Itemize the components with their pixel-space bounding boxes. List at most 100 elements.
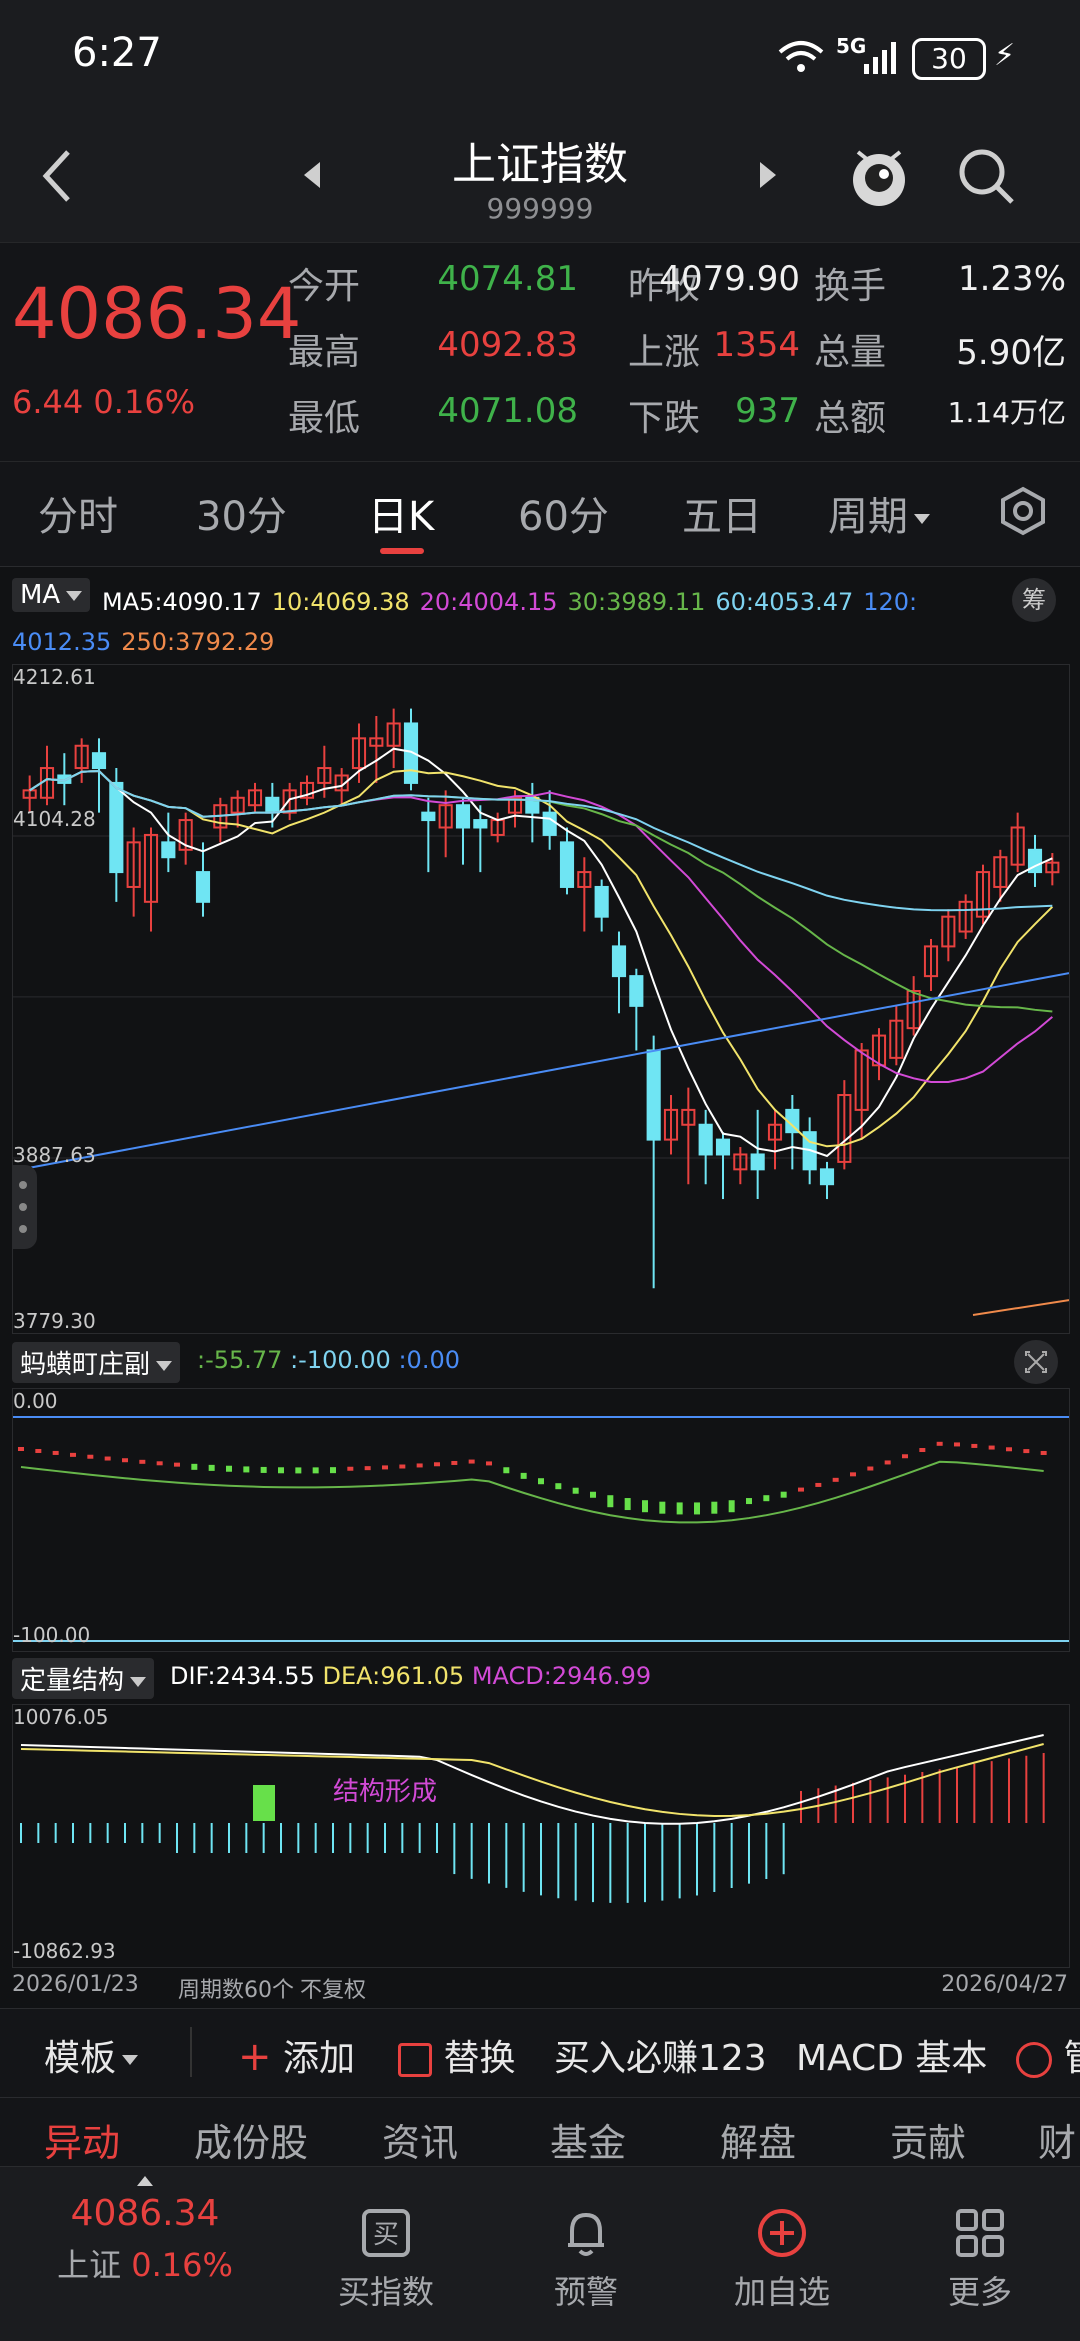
nav-buy-index[interactable]: 买 买指数 bbox=[306, 2207, 466, 2313]
settings-icon[interactable] bbox=[998, 486, 1048, 536]
candlestick-chart[interactable]: 4212.61 4104.28 3887.63 3779.30 bbox=[12, 664, 1070, 1334]
ma-value: 250:3792.29 bbox=[121, 628, 275, 656]
adjust-mode[interactable]: 不复权 bbox=[300, 1972, 366, 2004]
chip-distribution-button[interactable]: 筹 bbox=[1012, 578, 1056, 622]
indicator1-dot bbox=[208, 1464, 215, 1471]
tab-contribution[interactable]: 贡献 bbox=[890, 2112, 966, 2167]
tab-daily-k[interactable]: 日K bbox=[368, 484, 434, 542]
ma-value: 120: bbox=[863, 588, 918, 616]
tab-fenshi[interactable]: 分时 bbox=[38, 484, 118, 542]
quote-value: 4074.81 bbox=[437, 259, 578, 299]
candle-body bbox=[542, 811, 557, 836]
ma-values: MA5:4090.17 10:4069.38 20:4004.15 30:3989.1… bbox=[12, 582, 917, 662]
indicator1-dot bbox=[642, 1500, 648, 1513]
candle-body bbox=[594, 885, 609, 918]
quote-label: 总额 bbox=[814, 398, 887, 439]
nav-add-label: 加自选 bbox=[733, 2273, 830, 2311]
tab-news[interactable]: 资讯 bbox=[382, 2112, 458, 2167]
prev-stock-icon[interactable] bbox=[300, 160, 322, 190]
chart-toolbar: 模板 + 添加 替换 买入必赚123 MACD 基本 管 bbox=[0, 2008, 1080, 2098]
replace-indicator-button[interactable]: 替换 bbox=[398, 2029, 515, 2081]
index-summary[interactable]: 4086.34 上证 0.16% bbox=[40, 2173, 250, 2286]
indicator1-dot bbox=[104, 1456, 111, 1461]
last-price: 4086.34 bbox=[12, 273, 302, 355]
indicator1-dot bbox=[954, 1442, 960, 1447]
indicator1-line bbox=[20, 1460, 1044, 1524]
charging-icon: ⚡ bbox=[994, 38, 1016, 73]
candle-body bbox=[195, 871, 211, 903]
indicator1-dot bbox=[988, 1445, 995, 1450]
ma-line-5 bbox=[29, 747, 1053, 1158]
expand-icon[interactable] bbox=[1014, 1340, 1058, 1384]
grid-icon bbox=[900, 2207, 1060, 2267]
indicator2-chart[interactable]: 10076.05 -10862.93 结构形成 bbox=[12, 1704, 1070, 1968]
indicator1-dot bbox=[971, 1443, 978, 1448]
quote-label: 最高 bbox=[288, 332, 361, 373]
tab-5day[interactable]: 五日 bbox=[682, 484, 762, 542]
bell-icon bbox=[506, 2207, 666, 2267]
indicator1-dot bbox=[347, 1466, 354, 1471]
indicator1-dot bbox=[711, 1501, 718, 1514]
template-button[interactable]: 模板 bbox=[44, 2029, 139, 2081]
candle-body bbox=[698, 1123, 713, 1156]
signal-icon bbox=[862, 36, 902, 76]
indicator1-dot bbox=[382, 1465, 388, 1470]
tab-finance[interactable]: 财 bbox=[1038, 2112, 1076, 2167]
ma-value: 10:4069.38 bbox=[271, 588, 410, 616]
indicator1-dot bbox=[798, 1487, 804, 1492]
toolbar-divider bbox=[190, 2027, 192, 2077]
nav-more[interactable]: 更多 bbox=[900, 2207, 1060, 2313]
indicator2-selector-label: 定量结构 bbox=[20, 1666, 125, 1696]
axis-label-top: 4212.61 bbox=[13, 665, 96, 689]
indicator1-axis-top: 0.00 bbox=[13, 1389, 58, 1413]
indicator2-axis-bottom: -10862.93 bbox=[13, 1939, 116, 1963]
ma-line-10 bbox=[29, 769, 1054, 1148]
status-bar: 6:27 5G 30 ⚡ bbox=[0, 0, 1080, 120]
indicator1-dot bbox=[746, 1498, 752, 1505]
tab-analysis[interactable]: 解盘 bbox=[720, 2112, 796, 2167]
structure-marker bbox=[253, 1785, 275, 1821]
tab-funds[interactable]: 基金 bbox=[550, 2112, 626, 2167]
tab-constituents[interactable]: 成份股 bbox=[194, 2112, 308, 2167]
date-axis: 2026/01/23 周期数60个 不复权 2026/04/27 bbox=[12, 1968, 1068, 2004]
indicator1-dot bbox=[503, 1467, 510, 1474]
tab-30min[interactable]: 30分 bbox=[196, 484, 287, 542]
search-icon[interactable] bbox=[956, 146, 1016, 206]
indicator1-dot bbox=[399, 1464, 406, 1469]
ma-value: 60:4053.47 bbox=[715, 588, 854, 616]
index-change: 上证 0.16% bbox=[40, 2240, 250, 2286]
indicator2-selector[interactable]: 定量结构 bbox=[12, 1658, 155, 1699]
indicator1-dot bbox=[18, 1447, 24, 1451]
template-label: 模板 bbox=[44, 2038, 117, 2079]
next-stock-icon[interactable] bbox=[758, 160, 780, 190]
add-indicator-button[interactable]: + 添加 bbox=[238, 2029, 355, 2081]
mascot-icon[interactable] bbox=[848, 140, 910, 210]
indicator1-dot bbox=[260, 1466, 267, 1473]
macd-indicator-button[interactable]: MACD 基本 bbox=[796, 2029, 987, 2081]
tab-anomaly[interactable]: 异动 bbox=[44, 2112, 120, 2167]
indicator2-axis-top: 10076.05 bbox=[13, 1705, 109, 1729]
change-percent: 0.16% bbox=[93, 383, 196, 421]
content-tabs: 异动 成份股 资讯 基金 解盘 贡献 财 bbox=[0, 2098, 1080, 2166]
indicator1-selector[interactable]: 蚂蟥町庄副 bbox=[12, 1342, 181, 1383]
tab-60min[interactable]: 60分 bbox=[518, 484, 609, 542]
tab-period[interactable]: 周期 bbox=[828, 484, 930, 542]
indicator1-dot bbox=[520, 1472, 527, 1479]
drawer-handle[interactable] bbox=[13, 1165, 37, 1249]
candle-body bbox=[629, 975, 644, 1007]
manage-button[interactable]: 管 bbox=[1016, 2029, 1080, 2081]
nav-add-watchlist[interactable]: 加自选 bbox=[702, 2207, 862, 2313]
quote-label: 总量 bbox=[814, 332, 887, 373]
back-icon[interactable] bbox=[38, 146, 78, 206]
promo-indicator-button[interactable]: 买入必赚123 bbox=[554, 2029, 767, 2081]
plus-icon: + bbox=[238, 2034, 272, 2080]
ma-value: 30:3989.11 bbox=[567, 588, 706, 616]
swap-icon bbox=[398, 2043, 432, 2077]
nav-alert-label: 预警 bbox=[553, 2273, 618, 2311]
candle-body bbox=[750, 1153, 765, 1171]
indicator1-chart[interactable]: 0.00 -100.00 bbox=[12, 1388, 1070, 1652]
indicator1-dot bbox=[780, 1491, 787, 1498]
indicator1-dot bbox=[1006, 1447, 1012, 1452]
nav-alert[interactable]: 预警 bbox=[506, 2207, 666, 2313]
macd-value: MACD:2946.99 bbox=[471, 1662, 652, 1690]
